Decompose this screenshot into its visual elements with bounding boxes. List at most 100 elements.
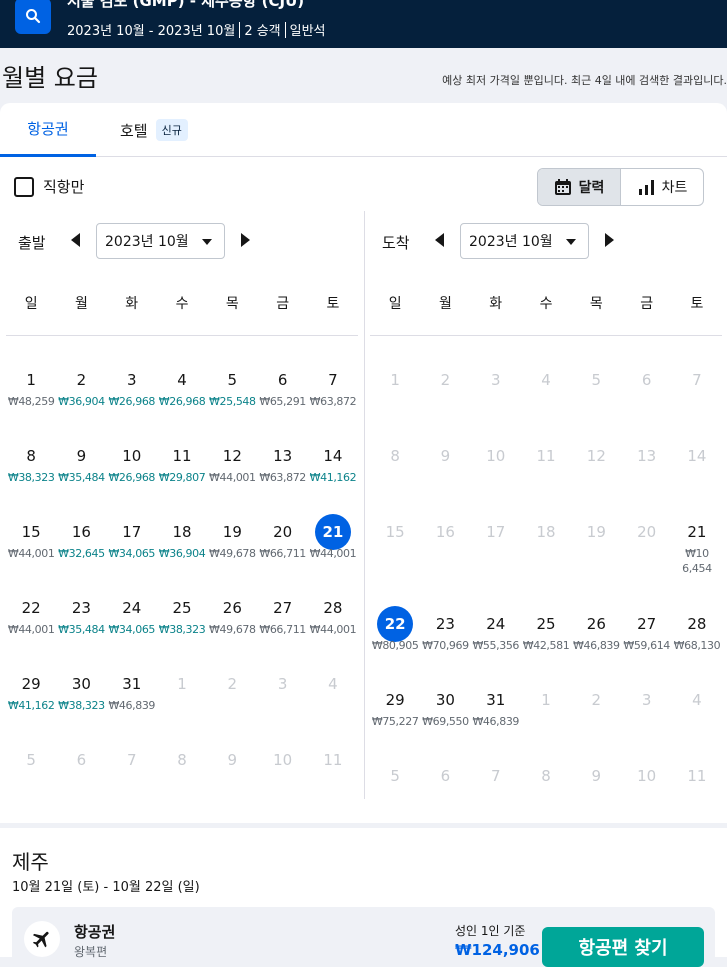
day-number: 1	[390, 371, 400, 389]
day-number: 21	[687, 523, 707, 541]
calendar-day-cell[interactable]: 22 ₩80,905	[370, 606, 420, 682]
calendar-day-cell[interactable]: 23 ₩35,484	[56, 590, 106, 666]
day-price: ₩65,291	[259, 395, 306, 408]
prev-month-icon[interactable]	[71, 233, 80, 247]
day-number: 8	[26, 447, 36, 465]
next-month-icon[interactable]	[241, 233, 250, 247]
day-number: 25	[172, 599, 192, 617]
search-icon	[26, 9, 41, 24]
calendar-day-cell[interactable]: 2 ₩36,904	[56, 362, 106, 438]
calendar-day-cell[interactable]: 17 ₩34,065	[107, 514, 157, 590]
top-search-bar: 서울 김포 (GMP) - 제주공항 (CJU) 2023년 10월 - 202…	[0, 0, 727, 48]
calendar-day-cell: 16	[420, 514, 470, 606]
flight-price-box: 항공권 왕복편 성인 1인 기준 ₩124,906 항공편 찾기	[12, 907, 715, 967]
calendar-day-cell[interactable]: 29 ₩41,162	[6, 666, 56, 742]
weekday-header: 일월화수목금토	[6, 295, 358, 336]
return-month-select[interactable]: 2023년 10월	[460, 223, 589, 259]
calendar-day-cell[interactable]: 31 ₩46,839	[107, 666, 157, 742]
calendar-day-cell[interactable]: 13 ₩63,872	[257, 438, 307, 514]
weekday-label: 목	[589, 296, 603, 312]
calendar-day-cell[interactable]: 3 ₩26,968	[107, 362, 157, 438]
chart-view-button[interactable]: 차트	[621, 169, 703, 205]
calendar-day-cell[interactable]: 20 ₩66,711	[257, 514, 307, 590]
day-number: 26	[222, 599, 242, 617]
calendar-day-cell[interactable]: 1 ₩48,259	[6, 362, 56, 438]
calendar-day-cell[interactable]: 21 ₩106,454	[672, 514, 722, 606]
calendar-day-cell: 7	[107, 742, 157, 818]
calendar-day-cell: 6	[420, 758, 470, 834]
day-price: ₩38,323	[7, 471, 55, 484]
day-price: ₩59,614	[623, 639, 670, 652]
tab-flights[interactable]: 항공권	[0, 103, 96, 157]
calendar-day-cell: 12	[571, 438, 621, 514]
calendar-day-cell[interactable]: 24 ₩34,065	[107, 590, 157, 666]
trip-details[interactable]: 2023년 10월 - 2023년 10월 2 승객 일반석	[67, 20, 326, 39]
calendar-day-cell[interactable]: 22 ₩44,001	[6, 590, 56, 666]
day-number: 20	[637, 523, 657, 541]
day-number: 2	[591, 691, 602, 709]
day-number: 9	[440, 447, 451, 465]
calendar-day-cell: 11	[308, 742, 358, 818]
calendar-day-cell[interactable]: 30 ₩69,550	[420, 682, 470, 758]
calendar-day-cell[interactable]: 6 ₩65,291	[257, 362, 307, 438]
calendar-day-cell[interactable]: 26 ₩49,678	[207, 590, 257, 666]
calendar-view-button[interactable]: 달력	[538, 169, 621, 205]
calendar-day-cell[interactable]: 27 ₩66,711	[257, 590, 307, 666]
search-button[interactable]	[15, 0, 51, 34]
calendar-day-cell[interactable]: 4 ₩26,968	[157, 362, 207, 438]
day-number: 6	[641, 371, 652, 389]
return-day-grid: 1 2 3 4 5 6 7 8 9 10 11 12 13 14 15 16 17 18 19 20 21 ₩106,45…	[370, 362, 722, 834]
day-number: 19	[586, 523, 606, 541]
calendar-day-cell[interactable]: 10 ₩26,968	[107, 438, 157, 514]
depart-month-select[interactable]: 2023년 10월	[96, 223, 225, 259]
day-price: ₩55,356	[472, 639, 520, 652]
calendar-day-cell: 5	[370, 758, 420, 834]
calendar-day-cell[interactable]: 24 ₩55,356	[471, 606, 521, 682]
tab-hotels-label: 호텔	[120, 121, 148, 140]
calendar-day-cell[interactable]: 25 ₩42,581	[521, 606, 571, 682]
day-price: ₩80,905	[371, 639, 419, 652]
day-number: 3	[490, 371, 501, 389]
route-summary[interactable]: 서울 김포 (GMP) - 제주공항 (CJU)	[67, 0, 304, 11]
calendar-day-cell: 14	[672, 438, 722, 514]
calendar-day-cell[interactable]: 8 ₩38,323	[6, 438, 56, 514]
day-number: 28	[687, 615, 707, 633]
calendar-day-cell[interactable]: 9 ₩35,484	[56, 438, 106, 514]
tab-hotels[interactable]: 호텔 신규	[120, 103, 188, 157]
calendar-day-cell[interactable]: 19 ₩49,678	[207, 514, 257, 590]
calendar-day-cell[interactable]: 11 ₩29,807	[157, 438, 207, 514]
calendar-day-cell[interactable]: 15 ₩44,001	[6, 514, 56, 590]
calendar-day-cell[interactable]: 18 ₩36,904	[157, 514, 207, 590]
calendar-day-cell[interactable]: 14 ₩41,162	[308, 438, 358, 514]
prev-month-icon[interactable]	[435, 233, 444, 247]
day-number: 1	[541, 691, 551, 709]
calendar-day-cell[interactable]: 23 ₩70,969	[420, 606, 470, 682]
calendar-day-cell[interactable]: 29 ₩75,227	[370, 682, 420, 758]
calendar-day-cell[interactable]: 16 ₩32,645	[56, 514, 106, 590]
calendar-day-cell: 3	[471, 362, 521, 438]
calendar-day-cell[interactable]: 26 ₩46,839	[571, 606, 621, 682]
calendar-day-cell[interactable]: 7 ₩63,872	[308, 362, 358, 438]
calendar-day-cell[interactable]: 30 ₩38,323	[56, 666, 106, 742]
calendar-day-cell[interactable]: 28 ₩68,130	[672, 606, 722, 682]
calendar-day-cell[interactable]: 21 ₩44,001	[308, 514, 358, 590]
day-number: 11	[323, 751, 343, 769]
find-flights-button[interactable]: 항공편 찾기	[542, 927, 704, 967]
tab-bar: 항공권 호텔 신규	[0, 103, 727, 157]
calendar-day-cell[interactable]: 12 ₩44,001	[207, 438, 257, 514]
day-number: 29	[21, 675, 41, 693]
next-month-icon[interactable]	[605, 233, 614, 247]
calendar-day-cell: 8	[157, 742, 207, 818]
day-price: ₩46,839	[108, 699, 156, 712]
calendar-day-cell[interactable]: 27 ₩59,614	[621, 606, 671, 682]
calendar-day-cell: 1	[521, 682, 571, 758]
direct-only-toggle[interactable]: 직항만	[14, 176, 84, 197]
calendar-day-cell[interactable]: 31 ₩46,839	[471, 682, 521, 758]
day-number: 4	[177, 371, 187, 389]
day-number: 7	[692, 371, 702, 389]
weekday-label: 일	[24, 296, 38, 312]
calendar-day-cell[interactable]: 5 ₩25,548	[207, 362, 257, 438]
calendar-day-cell[interactable]: 28 ₩44,001	[308, 590, 358, 666]
calendar-day-cell[interactable]: 25 ₩38,323	[157, 590, 207, 666]
direct-only-checkbox[interactable]	[14, 176, 34, 197]
